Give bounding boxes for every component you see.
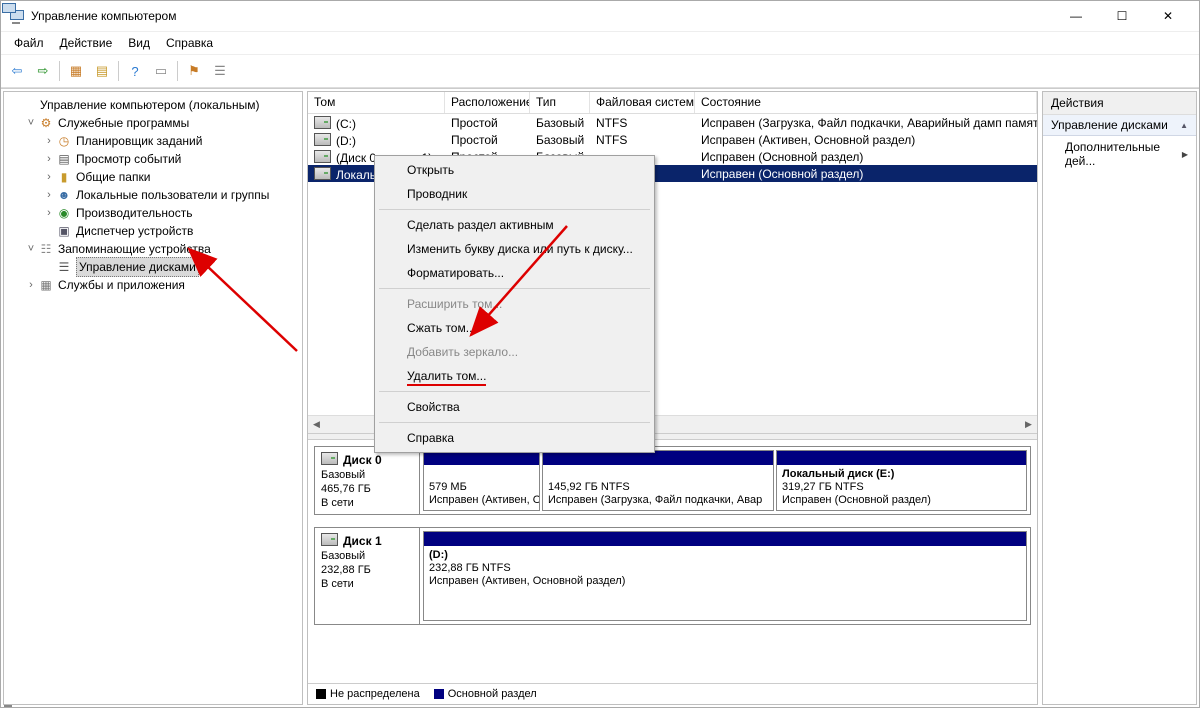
- tree-group-system[interactable]: ˅⚙Служебные программы: [6, 114, 300, 132]
- disk-graphical-area: Диск 0 Базовый 465,76 ГБ В сети 579 МБИс…: [308, 440, 1037, 683]
- tree-item-scheduler[interactable]: ›◷Планировщик заданий: [6, 132, 300, 150]
- ctx-make-active[interactable]: Сделать раздел активным: [377, 213, 652, 237]
- menu-action[interactable]: Действие: [53, 33, 120, 53]
- drive-icon: [321, 452, 338, 465]
- disk0-info: Диск 0 Базовый 465,76 ГБ В сети: [315, 447, 420, 514]
- titlebar: Управление компьютером — ☐ ✕: [1, 1, 1199, 32]
- toolbar-btn-6[interactable]: ☰: [208, 59, 232, 83]
- performance-icon: ◉: [56, 205, 72, 221]
- tree-root[interactable]: Управление компьютером (локальным): [6, 96, 300, 114]
- computer-icon: [20, 97, 36, 113]
- maximize-button[interactable]: ☐: [1099, 1, 1145, 31]
- tree-item-performance[interactable]: ›◉Производительность: [6, 204, 300, 222]
- tree-item-disk-mgmt[interactable]: ☰Управление дисками: [6, 258, 300, 276]
- ctx-format[interactable]: Форматировать...: [377, 261, 652, 285]
- toolbar-btn-5[interactable]: ⚑: [182, 59, 206, 83]
- tree-item-shared[interactable]: ›▮Общие папки: [6, 168, 300, 186]
- actions-more[interactable]: Дополнительные дей...: [1043, 136, 1196, 172]
- ctx-shrink[interactable]: Сжать том...: [377, 316, 652, 340]
- tree-item-users[interactable]: ›☻Локальные пользователи и группы: [6, 186, 300, 204]
- tree-item-events[interactable]: ›▤Просмотр событий: [6, 150, 300, 168]
- ctx-properties[interactable]: Свойства: [377, 395, 652, 419]
- disk-block-0: Диск 0 Базовый 465,76 ГБ В сети 579 МБИс…: [314, 446, 1031, 515]
- legend: Не распределена Основной раздел: [308, 683, 1037, 704]
- col-status[interactable]: Состояние: [695, 92, 1037, 113]
- toolbar: ⇦ ⇨ ▦ ▤ ? ▭ ⚑ ☰: [1, 54, 1199, 88]
- tree-pane: Управление компьютером (локальным) ˅⚙Слу…: [3, 91, 303, 705]
- event-icon: ▤: [56, 151, 72, 167]
- partition-d0-3[interactable]: Локальный диск (E:)319,27 ГБ NTFSИсправе…: [776, 450, 1027, 511]
- storage-icon: ☷: [38, 241, 54, 257]
- menu-file[interactable]: Файл: [7, 33, 51, 53]
- legend-unallocated-swatch: [316, 689, 326, 699]
- actions-title: Действия: [1043, 92, 1196, 115]
- partition-d0-1[interactable]: 579 МБИсправен (Активен, О: [423, 450, 540, 511]
- partition-d1-1[interactable]: (D:)232,88 ГБ NTFSИсправен (Активен, Осн…: [423, 531, 1027, 621]
- col-layout[interactable]: Расположение: [445, 92, 530, 113]
- close-button[interactable]: ✕: [1145, 1, 1191, 31]
- ctx-mirror: Добавить зеркало...: [377, 340, 652, 364]
- device-icon: ▣: [56, 223, 72, 239]
- volume-list-header: Том Расположение Тип Файловая система Со…: [308, 92, 1037, 114]
- tree-item-devices[interactable]: ▣Диспетчер устройств: [6, 222, 300, 240]
- menu-help[interactable]: Справка: [159, 33, 220, 53]
- clock-icon: ◷: [56, 133, 72, 149]
- actions-section[interactable]: Управление дисками: [1043, 115, 1196, 136]
- tools-icon: ⚙: [38, 115, 54, 131]
- menu-view[interactable]: Вид: [121, 33, 157, 53]
- partition-d0-2[interactable]: 145,92 ГБ NTFSИсправен (Загрузка, Файл п…: [542, 450, 774, 511]
- ctx-explorer[interactable]: Проводник: [377, 182, 652, 206]
- drive-icon: [314, 133, 331, 146]
- tree-group-services[interactable]: ›▦Службы и приложения: [6, 276, 300, 294]
- ctx-change-letter[interactable]: Изменить букву диска или путь к диску...: [377, 237, 652, 261]
- drive-icon: [314, 150, 331, 163]
- volume-row[interactable]: (C:) Простой Базовый NTFS Исправен (Загр…: [308, 114, 1037, 131]
- window-title: Управление компьютером: [31, 9, 1053, 23]
- context-menu: Открыть Проводник Сделать раздел активны…: [374, 155, 655, 453]
- disk-icon: ☰: [56, 259, 72, 275]
- legend-primary-swatch: [434, 689, 444, 699]
- toolbar-btn-1[interactable]: ▦: [64, 59, 88, 83]
- forward-button[interactable]: ⇨: [31, 59, 55, 83]
- ctx-open[interactable]: Открыть: [377, 158, 652, 182]
- users-icon: ☻: [56, 187, 72, 203]
- ctx-delete-volume[interactable]: Удалить том...: [377, 364, 652, 388]
- folder-icon: ▮: [56, 169, 72, 185]
- help-icon[interactable]: ?: [123, 59, 147, 83]
- col-filesystem[interactable]: Файловая система: [590, 92, 695, 113]
- services-icon: ▦: [38, 277, 54, 293]
- col-type[interactable]: Тип: [530, 92, 590, 113]
- minimize-button[interactable]: —: [1053, 1, 1099, 31]
- volume-row[interactable]: (D:) Простой Базовый NTFS Исправен (Акти…: [308, 131, 1037, 148]
- drive-icon: [314, 116, 331, 129]
- ctx-extend: Расширить том...: [377, 292, 652, 316]
- tree-group-storage[interactable]: ˅☷Запоминающие устройства: [6, 240, 300, 258]
- ctx-help[interactable]: Справка: [377, 426, 652, 450]
- back-button[interactable]: ⇦: [5, 59, 29, 83]
- disk1-info: Диск 1 Базовый 232,88 ГБ В сети: [315, 528, 420, 624]
- drive-icon: [321, 533, 338, 546]
- toolbar-btn-2[interactable]: ▤: [90, 59, 114, 83]
- actions-pane: Действия Управление дисками Дополнительн…: [1042, 91, 1197, 705]
- toolbar-btn-4[interactable]: ▭: [149, 59, 173, 83]
- menubar: Файл Действие Вид Справка: [1, 32, 1199, 54]
- col-volume[interactable]: Том: [308, 92, 445, 113]
- drive-icon: [314, 167, 331, 180]
- disk-block-1: Диск 1 Базовый 232,88 ГБ В сети (D:)232,…: [314, 527, 1031, 625]
